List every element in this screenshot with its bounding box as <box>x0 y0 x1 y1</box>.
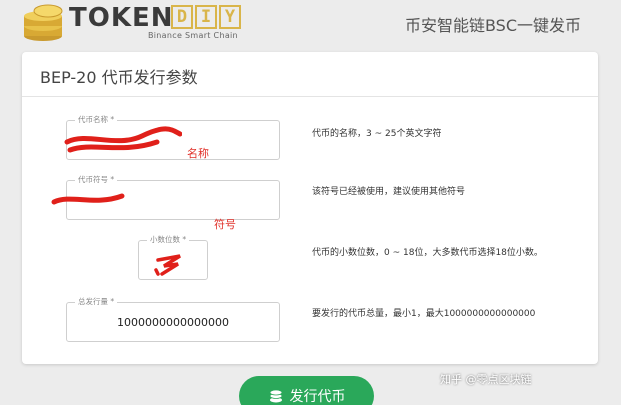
card-divider <box>22 96 598 97</box>
total-supply-value: 1000000000000000 <box>117 315 229 329</box>
card-title: BEP-20 代币发行参数 <box>40 68 198 87</box>
logo-diy-letter: Y <box>219 5 241 29</box>
annotation-symbol: 符号 <box>214 218 236 231</box>
token-params-card: BEP-20 代币发行参数 代币名称 * 名称 代币的名称，3 ~ 25个英文字… <box>22 52 598 364</box>
issue-token-label: 发行代币 <box>289 388 346 404</box>
annotation-name: 名称 <box>187 147 209 160</box>
coin-stack-icon <box>269 389 282 403</box>
token-symbol-value <box>67 181 279 219</box>
token-decimals-hint: 代币的小数位数，0 ~ 18位，大多数代币选择18位小数。 <box>312 248 543 258</box>
logo-subtitle: Binance Smart Chain <box>148 31 238 40</box>
issue-token-button[interactable]: 发行代币 <box>239 376 374 405</box>
app-header: TOKEN D I Y Binance Smart Chain 币安智能链BSC… <box>0 0 621 48</box>
logo-diy-letter: I <box>195 5 217 29</box>
logo-diy-letter: D <box>171 5 193 29</box>
token-name-hint: 代币的名称，3 ~ 25个英文字符 <box>312 129 442 139</box>
logo-diy: D I Y <box>171 5 241 29</box>
total-supply-field[interactable]: 总发行量 * 1000000000000000 <box>66 296 280 342</box>
token-decimals-field[interactable]: 小数位数 * <box>138 234 208 280</box>
token-symbol-hint: 该符号已经被使用，建议使用其他符号 <box>312 187 466 197</box>
logo-token-text: TOKEN <box>69 3 174 33</box>
token-name-value <box>67 121 279 159</box>
page-title: 币安智能链BSC一键发币 <box>404 16 581 35</box>
total-supply-hint: 要发行的代币总量，最小1，最大1000000000000000 <box>312 309 536 319</box>
watermark: 知乎 @零点区块链 <box>440 373 532 386</box>
token-decimals-value <box>139 241 207 279</box>
token-symbol-field[interactable]: 代币符号 * <box>66 174 280 220</box>
token-name-field[interactable]: 代币名称 * <box>66 114 280 160</box>
coin-stack-logo-icon <box>24 4 63 41</box>
